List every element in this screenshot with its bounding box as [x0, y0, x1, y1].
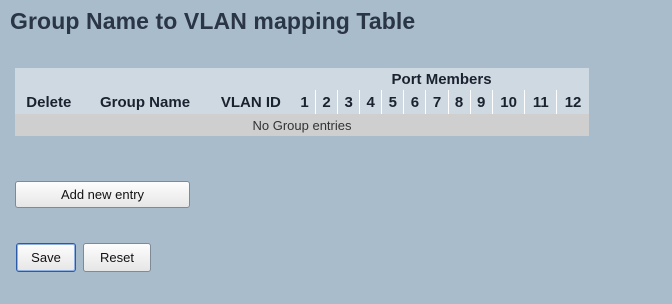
- header-group-name: Group Name: [82, 90, 208, 114]
- header-port-2: 2: [314, 90, 338, 114]
- save-button[interactable]: Save: [16, 243, 76, 272]
- header-port-4: 4: [359, 90, 382, 114]
- header-port-11: 11: [524, 90, 557, 114]
- header-port-9: 9: [469, 90, 492, 114]
- table-header-row-2: Delete Group Name VLAN ID 1 2 3 4 5 6 7 …: [15, 90, 589, 114]
- table-row: No Group entries: [15, 114, 589, 136]
- header-spacer: [15, 68, 295, 90]
- empty-message: No Group entries: [15, 114, 589, 136]
- header-vlan-id: VLAN ID: [207, 90, 295, 114]
- header-port-7: 7: [425, 90, 448, 114]
- reset-button[interactable]: Reset: [83, 243, 151, 272]
- page-title: Group Name to VLAN mapping Table: [10, 8, 416, 34]
- header-port-1: 1: [294, 90, 315, 114]
- header-delete: Delete: [15, 90, 83, 114]
- header-port-members: Port Members: [294, 68, 589, 90]
- add-new-entry-button[interactable]: Add new entry: [15, 181, 190, 208]
- table-header-row-1: Port Members: [15, 68, 589, 90]
- header-port-6: 6: [403, 90, 426, 114]
- group-vlan-table: Port Members Delete Group Name VLAN ID 1…: [15, 68, 589, 136]
- page: Group Name to VLAN mapping Table Port Me…: [0, 0, 672, 304]
- header-port-5: 5: [381, 90, 404, 114]
- header-port-3: 3: [337, 90, 360, 114]
- header-port-12: 12: [556, 90, 589, 114]
- header-port-8: 8: [447, 90, 470, 114]
- header-port-10: 10: [491, 90, 525, 114]
